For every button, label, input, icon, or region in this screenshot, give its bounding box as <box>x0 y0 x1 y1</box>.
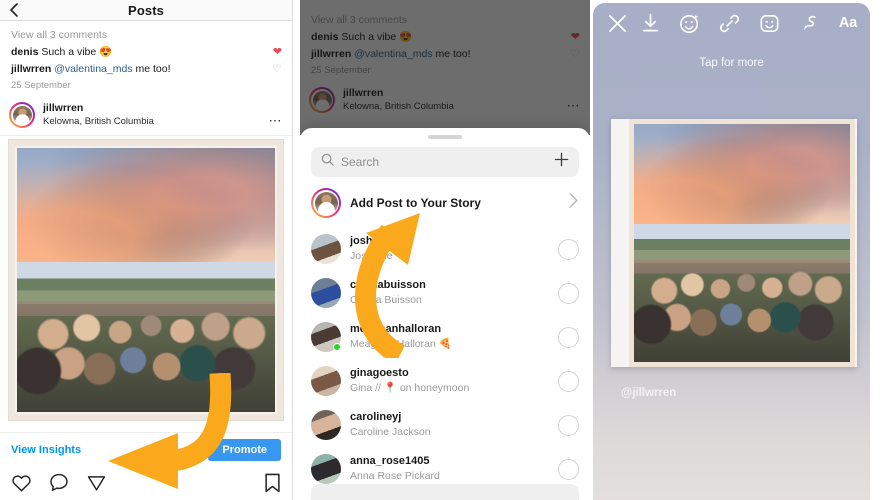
select-checkbox[interactable] <box>558 458 579 480</box>
plus-icon[interactable] <box>554 152 569 172</box>
list-item[interactable]: joshn Josh ade <box>300 227 590 271</box>
panel-post-detail: Posts View all 3 comments denis Such a v… <box>0 0 293 500</box>
story-canvas[interactable]: Aa Tap for more @jillwrren <box>593 3 870 500</box>
avatar <box>311 366 341 396</box>
comment-text: Such a vibe 😍 <box>38 46 113 58</box>
list-item-username: meaghanhalloran <box>350 323 442 335</box>
sparkle-face-icon[interactable] <box>679 13 700 34</box>
three-panel-screenshot: Posts View all 3 comments denis Such a v… <box>0 0 883 500</box>
avatar <box>311 278 341 308</box>
story-photo-preview[interactable] <box>611 119 857 367</box>
message-input-bar[interactable] <box>311 484 579 500</box>
comment-icon[interactable] <box>49 473 69 497</box>
select-checkbox[interactable] <box>558 326 579 348</box>
list-item-username: anna_rose1405 <box>350 455 430 467</box>
list-item[interactable]: ginagoesto Gina // 📍 on honeymoon <box>300 359 590 403</box>
view-insights-link[interactable]: View Insights <box>11 444 81 456</box>
post-location[interactable]: Kelowna, British Columbia <box>43 116 154 128</box>
comment-mention[interactable]: @valentina_mds <box>54 63 132 75</box>
avatar <box>311 410 341 440</box>
select-checkbox[interactable] <box>558 414 579 436</box>
select-checkbox[interactable] <box>558 238 579 260</box>
avatar <box>311 454 341 484</box>
panel-story-editor: Aa Tap for more @jillwrren <box>590 0 873 500</box>
view-all-comments-link[interactable]: View all 3 comments <box>11 29 282 41</box>
text-tool-button[interactable]: Aa <box>839 15 857 31</box>
list-item[interactable]: carolineyj Caroline Jackson <box>300 403 590 447</box>
story-handle-label: @jillwrren <box>621 387 677 399</box>
search-placeholder: Search <box>341 155 380 169</box>
story-toolbar: Aa <box>593 3 870 43</box>
post-photo[interactable] <box>8 139 284 421</box>
page-title: Posts <box>128 2 164 18</box>
list-item[interactable]: meaghanhalloran Meaghan Halloran 🍕 <box>300 315 590 359</box>
link-icon[interactable] <box>719 13 740 34</box>
avatar[interactable] <box>9 102 35 128</box>
list-item-fullname: Anna Rose Pickard <box>350 470 440 482</box>
list-item-fullname: Cecilia Buisson <box>350 294 422 306</box>
add-post-to-story-label: Add Post to Your Story <box>350 196 481 210</box>
online-status-indicator <box>333 343 341 351</box>
add-post-to-story-row[interactable]: Add Post to Your Story <box>300 177 590 227</box>
post-header: Posts <box>0 0 292 21</box>
comment-text: me too! <box>132 63 171 75</box>
dimmed-post-background: View all 3 comments denis Such a vibe 😍 … <box>300 0 590 135</box>
share-bottom-sheet: Search Add Post to Your Story joshn Josh… <box>300 128 590 500</box>
chevron-left-icon[interactable] <box>9 2 19 17</box>
comment-row: denis Such a vibe 😍 ❤ <box>11 45 282 59</box>
post-action-bar: View Insights Promote <box>0 432 292 500</box>
list-item[interactable]: ceciliabuisson Cecilia Buisson <box>300 271 590 315</box>
search-input[interactable]: Search <box>311 147 579 177</box>
close-icon[interactable] <box>607 13 628 34</box>
list-item-fullname: Caroline Jackson <box>350 426 431 438</box>
bookmark-icon[interactable] <box>264 473 281 498</box>
list-item-username: carolineyj <box>350 411 402 423</box>
promote-button[interactable]: Promote <box>208 439 281 461</box>
heart-icon[interactable]: ♡ <box>272 63 282 75</box>
chevron-right-icon <box>568 192 579 214</box>
sheet-drag-handle[interactable] <box>428 135 462 139</box>
list-item-username: joshn <box>350 235 380 247</box>
search-icon <box>321 153 334 171</box>
more-options-icon[interactable]: ⋯ <box>269 113 283 129</box>
photo-sky-region <box>17 148 275 262</box>
panel-share-sheet: View all 3 comments denis Such a vibe 😍 … <box>300 0 590 500</box>
send-icon[interactable] <box>86 473 107 497</box>
comment-username[interactable]: denis <box>11 46 38 58</box>
comment-row: jillwrren @valentina_mds me too! ♡ <box>11 62 282 76</box>
select-checkbox[interactable] <box>558 370 579 392</box>
tap-for-more-label[interactable]: Tap for more <box>593 57 870 69</box>
download-icon[interactable] <box>641 13 660 33</box>
post-date: 25 September <box>11 80 71 91</box>
draw-icon[interactable] <box>799 13 820 34</box>
list-item-fullname: Meaghan Halloran 🍕 <box>350 338 452 350</box>
select-checkbox[interactable] <box>558 282 579 304</box>
avatar <box>311 322 341 352</box>
avatar <box>311 234 341 264</box>
avatar <box>311 188 341 218</box>
post-author-bar: jillwrren Kelowna, British Columbia ⋯ <box>0 95 292 136</box>
list-item-username: ginagoesto <box>350 367 409 379</box>
list-item-fullname: Gina // 📍 on honeymoon <box>350 382 470 394</box>
comment-username[interactable]: jillwrren <box>11 63 51 75</box>
comments-section: View all 3 comments denis Such a vibe 😍 … <box>0 21 292 95</box>
modal-scrim[interactable] <box>300 0 590 135</box>
list-item-username: ceciliabuisson <box>350 279 426 291</box>
photo-group-region <box>17 261 275 412</box>
list-item-fullname: Josh ade <box>350 250 393 262</box>
heart-icon[interactable] <box>11 473 32 497</box>
sticker-icon[interactable] <box>759 13 780 34</box>
heart-icon[interactable]: ❤ <box>273 46 282 58</box>
post-username[interactable]: jillwrren <box>43 102 154 114</box>
